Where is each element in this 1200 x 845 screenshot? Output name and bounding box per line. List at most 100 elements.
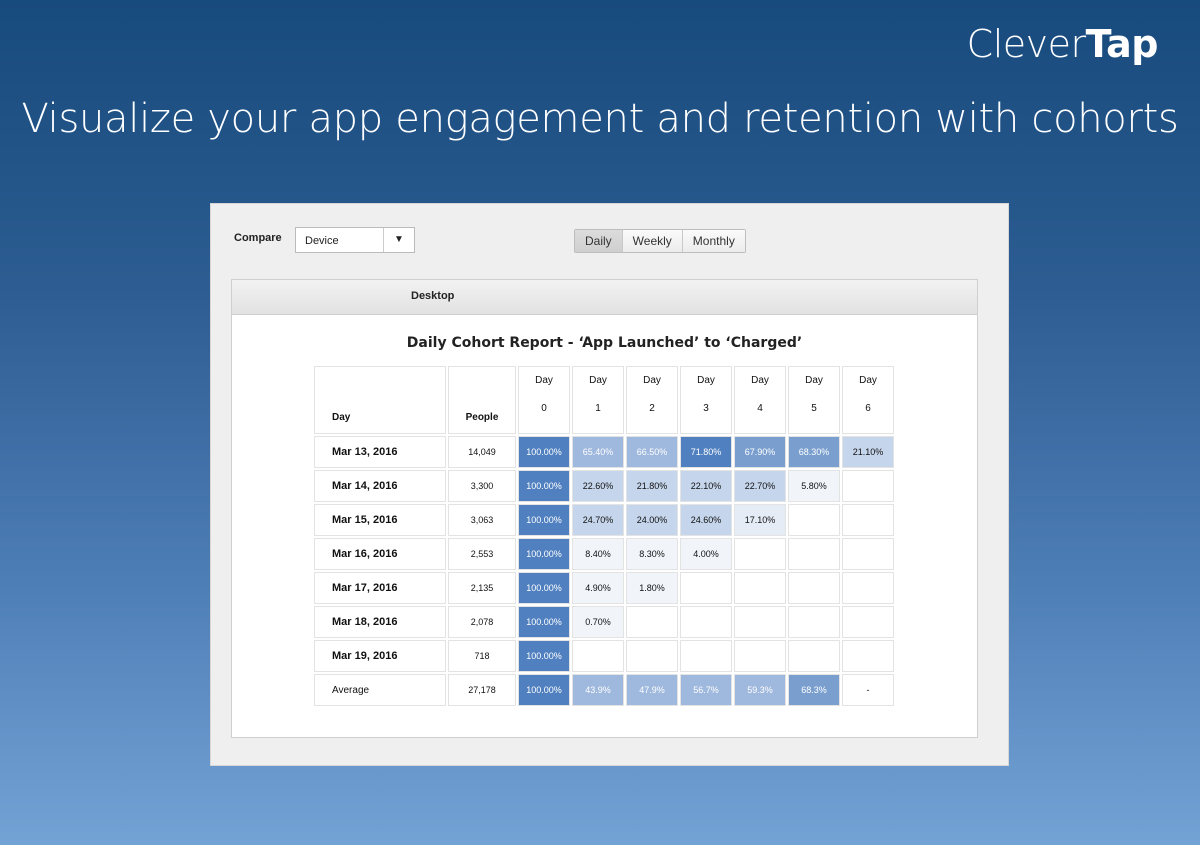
retention-cell: 4.00% [680, 538, 732, 570]
header-day-word: Day [697, 375, 715, 386]
header-day-col: Day 4 [734, 366, 786, 434]
row-day: Mar 16, 2016 [314, 538, 446, 570]
row-people: 2,553 [448, 538, 516, 570]
retention-cell: 66.50% [626, 436, 678, 468]
header-day-col: Day 5 [788, 366, 840, 434]
average-people: 27,178 [448, 674, 516, 706]
cohort-panel: Compare Device ▼ Daily Weekly Monthly De… [210, 203, 1009, 766]
retention-cell [680, 572, 732, 604]
header-people: People [448, 366, 516, 434]
table-row: Mar 14, 2016 3,300 100.00% 22.60% 21.80%… [314, 470, 894, 502]
logo-text-tap: Tap [1085, 22, 1159, 66]
retention-cell [842, 504, 894, 536]
retention-cell [734, 606, 786, 638]
tab-weekly[interactable]: Weekly [622, 230, 683, 252]
retention-cell [842, 538, 894, 570]
header-day: Day [314, 366, 446, 434]
tab-monthly[interactable]: Monthly [682, 230, 745, 252]
retention-cell [626, 640, 678, 672]
average-cell: 47.9% [626, 674, 678, 706]
header-day-col: Day 0 [518, 366, 570, 434]
retention-cell: 8.30% [626, 538, 678, 570]
retention-cell: 21.80% [626, 470, 678, 502]
average-link[interactable]: Average [314, 674, 446, 706]
tab-daily[interactable]: Daily [575, 230, 623, 252]
header-day-number: 2 [649, 403, 655, 414]
compare-label: Compare [234, 232, 282, 244]
period-tabs: Daily Weekly Monthly [574, 229, 746, 253]
report-title: Daily Cohort Report - ‘App Launched’ to … [406, 335, 803, 351]
row-day: Mar 19, 2016 [314, 640, 446, 672]
retention-cell: 100.00% [518, 538, 570, 570]
row-day: Mar 14, 2016 [314, 470, 446, 502]
segment-label: Desktop [411, 290, 455, 302]
header-day-number: 4 [757, 403, 763, 414]
table-row: Mar 13, 2016 14,049 100.00% 65.40% 66.50… [314, 436, 894, 468]
average-cell: 68.3% [788, 674, 840, 706]
retention-cell: 100.00% [518, 470, 570, 502]
retention-cell: 71.80% [680, 436, 732, 468]
row-people: 718 [448, 640, 516, 672]
table-row: Mar 18, 2016 2,078 100.00% 0.70% [314, 606, 894, 638]
compare-select-value: Device [305, 235, 339, 247]
retention-cell: 100.00% [518, 640, 570, 672]
retention-cell: 4.90% [572, 572, 624, 604]
header-day-col: Day 3 [680, 366, 732, 434]
table-row: Mar 17, 2016 2,135 100.00% 4.90% 1.80% [314, 572, 894, 604]
retention-cell: 1.80% [626, 572, 678, 604]
retention-cell: 5.80% [788, 470, 840, 502]
row-people: 14,049 [448, 436, 516, 468]
header-day-word: Day [643, 375, 661, 386]
retention-cell [842, 606, 894, 638]
retention-cell: 24.00% [626, 504, 678, 536]
compare-select[interactable]: Device ▼ [295, 227, 415, 253]
retention-cell [788, 572, 840, 604]
retention-cell [680, 640, 732, 672]
retention-cell [842, 470, 894, 502]
retention-cell [734, 538, 786, 570]
retention-cell: 100.00% [518, 606, 570, 638]
table-row: Mar 19, 2016 718 100.00% [314, 640, 894, 672]
header-day-number: 3 [703, 403, 709, 414]
retention-cell [734, 640, 786, 672]
retention-cell: 100.00% [518, 436, 570, 468]
retention-cell [626, 606, 678, 638]
header-day-word: Day [589, 375, 607, 386]
chevron-down-icon[interactable]: ▼ [383, 228, 414, 252]
header-day-number: 0 [541, 403, 547, 414]
header-day-number: 5 [811, 403, 817, 414]
header-day-col: Day 2 [626, 366, 678, 434]
headline: Visualize your app engagement and retent… [21, 96, 1179, 142]
retention-cell: 68.30% [788, 436, 840, 468]
row-day: Mar 13, 2016 [314, 436, 446, 468]
header-day-word: Day [751, 375, 769, 386]
header-day-col: Day 1 [572, 366, 624, 434]
row-people: 2,078 [448, 606, 516, 638]
logo-text-clever: Clever [966, 22, 1086, 66]
cohort-table: Day People Day 0 Day 1 Day 2 Day 3 Day 4 Day 5… [312, 364, 896, 708]
retention-cell: 65.40% [572, 436, 624, 468]
segment-header[interactable]: Desktop [232, 280, 977, 315]
retention-cell: 22.10% [680, 470, 732, 502]
clevertap-logo: CleverTap [966, 22, 1159, 66]
retention-cell: 24.60% [680, 504, 732, 536]
table-row: Mar 15, 2016 3,063 100.00% 24.70% 24.00%… [314, 504, 894, 536]
average-cell: 43.9% [572, 674, 624, 706]
retention-cell [842, 640, 894, 672]
average-row: Average 27,178 100.00% 43.9% 47.9% 56.7%… [314, 674, 894, 706]
retention-cell [680, 606, 732, 638]
average-cell: 59.3% [734, 674, 786, 706]
report-card: Desktop Daily Cohort Report - ‘App Launc… [231, 279, 978, 738]
retention-cell [788, 504, 840, 536]
row-day: Mar 18, 2016 [314, 606, 446, 638]
header-day-number: 1 [595, 403, 601, 414]
row-people: 3,300 [448, 470, 516, 502]
header-day-word: Day [805, 375, 823, 386]
retention-cell [788, 640, 840, 672]
average-cell: 100.00% [518, 674, 570, 706]
header-day-col: Day 6 [842, 366, 894, 434]
row-day: Mar 17, 2016 [314, 572, 446, 604]
header-day-word: Day [859, 375, 877, 386]
retention-cell [842, 572, 894, 604]
table-header-row: Day People Day 0 Day 1 Day 2 Day 3 Day 4 Day 5… [314, 366, 894, 434]
